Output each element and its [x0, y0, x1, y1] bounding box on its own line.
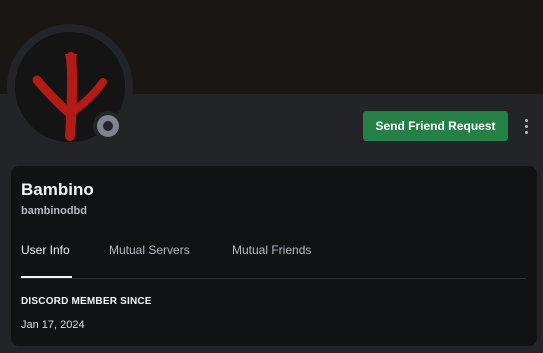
send-friend-request-button[interactable]: Send Friend Request — [363, 111, 508, 141]
tab-user-info[interactable]: User Info — [21, 243, 70, 257]
username: bambinodbd — [21, 205, 87, 217]
tab-mutual-friends[interactable]: Mutual Friends — [232, 243, 311, 257]
more-vertical-icon[interactable] — [518, 113, 534, 139]
offline-status-icon — [97, 115, 119, 137]
member-since-heading: DISCORD MEMBER SINCE — [21, 296, 152, 307]
display-name: Bambino — [21, 180, 94, 199]
tab-mutual-servers[interactable]: Mutual Servers — [109, 243, 190, 257]
member-since-date: Jan 17, 2024 — [21, 319, 85, 331]
tabs-divider — [21, 278, 526, 279]
